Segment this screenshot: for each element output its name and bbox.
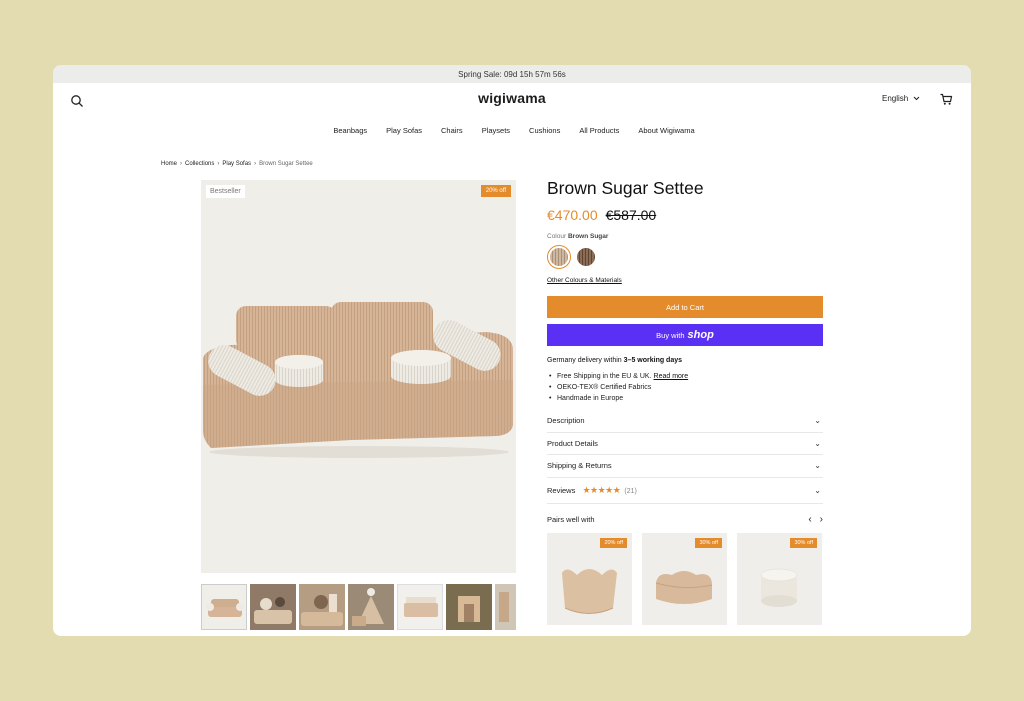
pairs-header: Pairs well with ‹ › [547,514,823,525]
thumbnail[interactable] [201,584,247,630]
thumbnail[interactable] [348,584,394,630]
main-nav: Beanbags Play Sofas Chairs Playsets Cush… [53,119,971,141]
delivery-time: 3–5 working days [623,357,683,364]
star-rating-icon: ★★★★★ [582,484,621,495]
accordion-label: Shipping & Returns [547,461,612,471]
price-row: €470.00 €587.00 [547,207,823,223]
nav-all-products[interactable]: All Products [579,126,619,135]
thumbnail[interactable] [250,584,296,630]
pair-card[interactable]: 30% off [737,532,822,625]
breadcrumb: Home › Collections › Play Sofas › Brown … [161,161,313,167]
add-to-cart-button[interactable]: Add to Cart [547,296,823,318]
product-image[interactable]: Bestseller 20% off ‹ › [201,180,516,573]
accordion-shipping-returns[interactable]: Shipping & Returns ⌄ [547,455,823,478]
delivery-info: Germany delivery within 3–5 working days [547,357,823,364]
breadcrumb-separator: › [217,161,220,167]
read-more-link[interactable]: Read more [654,373,689,380]
discount-badge: 30% off [790,537,817,548]
language-label: English [882,94,909,103]
product-title: Brown Sugar Settee [547,178,704,198]
chevron-down-icon: ⌄ [814,416,821,426]
thumbnail-strip [201,584,516,630]
pairs-prev-icon[interactable]: ‹ [808,514,811,525]
colour-value: Brown Sugar [567,233,609,240]
thumbnail[interactable] [446,584,492,630]
bestseller-badge: Bestseller [206,185,245,198]
nav-beanbags[interactable]: Beanbags [333,126,367,135]
shop-logo: shop [687,329,714,341]
browser-window: Spring Sale: 09d 15h 57m 56s wigiwama En… [53,65,971,636]
beanbag-image [562,568,617,614]
swatch-brown-sugar[interactable] [547,245,571,269]
discount-badge: 30% off [695,537,722,548]
sale-price: €470.00 [547,207,598,223]
original-price: €587.00 [605,207,657,223]
cloud-pouf-image [655,570,713,604]
breadcrumb-home[interactable]: Home [161,161,177,167]
accordion-label: Description [547,416,585,426]
pouf-image [760,568,798,607]
accordion-reviews[interactable]: Reviews ★★★★★ (21) ⌄ [547,478,823,504]
site-logo[interactable]: wigiwama [53,90,971,106]
pair-card[interactable]: 20% off [547,532,632,625]
breadcrumb-separator: › [254,161,257,167]
colour-label: Colour Brown Sugar [547,233,823,240]
delivery-prefix: Germany delivery within [547,357,622,364]
nav-playsets[interactable]: Playsets [482,126,510,135]
pair-card[interactable]: 30% off [642,532,727,625]
breadcrumb-separator: › [180,161,183,167]
announcement-bar: Spring Sale: 09d 15h 57m 56s [53,65,971,83]
feature-shipping: Free Shipping in the EU & UK. [557,373,652,380]
chevron-down-icon: ⌄ [814,461,821,471]
feature-item: Free Shipping in the EU & UK. Read more [547,373,823,380]
feature-list: Free Shipping in the EU & UK. Read more … [547,373,823,402]
nav-cushions[interactable]: Cushions [529,126,560,135]
accordion-product-details[interactable]: Product Details ⌄ [547,433,823,455]
feature-item: Handmade in Europe [547,395,823,402]
chevron-down-icon [913,96,920,101]
breadcrumb-collections[interactable]: Collections [185,161,214,167]
chevron-down-icon: ⌄ [814,438,821,448]
accordion-label: Product Details [547,438,598,448]
buy-with-shop-button[interactable]: Buy with shop [547,324,823,346]
breadcrumb-current: Brown Sugar Settee [259,161,313,167]
pairs-next-icon[interactable]: › [820,514,823,525]
buy-with-label: Buy with [656,330,685,340]
accordion-label: Reviews [547,485,576,495]
pairs-carousel: 20% off 30% off 30% off [547,532,823,625]
discount-badge: 20% off [600,537,627,548]
chevron-down-icon: ⌄ [814,485,821,495]
thumbnail[interactable] [397,584,443,630]
colour-swatches [547,245,823,269]
cart-icon[interactable] [939,92,953,106]
review-count: (21) [624,487,637,495]
pairs-nav: ‹ › [808,514,823,525]
swatch-dark-brown[interactable] [574,245,598,269]
pairs-title: Pairs well with [547,514,595,524]
thumbnail[interactable] [299,584,345,630]
other-colours-link[interactable]: Other Colours & Materials [547,277,823,284]
discount-badge: 20% off [480,185,511,197]
colour-label-text: Colour [547,233,567,240]
breadcrumb-play-sofas[interactable]: Play Sofas [222,161,251,167]
sofa-illustration [203,302,513,458]
thumbnail[interactable] [495,584,516,630]
site-header: wigiwama English [53,83,971,119]
announcement-text: Spring Sale: 09d 15h 57m 56s [458,69,566,79]
nav-play-sofas[interactable]: Play Sofas [386,126,422,135]
feature-item: OEKO-TEX® Certified Fabrics [547,384,823,391]
nav-about[interactable]: About Wigiwama [638,126,694,135]
nav-chairs[interactable]: Chairs [441,126,463,135]
accordion: Description ⌄ Product Details ⌄ Shipping… [547,410,823,504]
accordion-description[interactable]: Description ⌄ [547,410,823,433]
reviews-heading: Reviews ★★★★★ (21) [547,485,637,496]
product-info: Brown Sugar Settee €470.00 €587.00 Colou… [547,178,823,625]
language-selector[interactable]: English [882,94,920,103]
